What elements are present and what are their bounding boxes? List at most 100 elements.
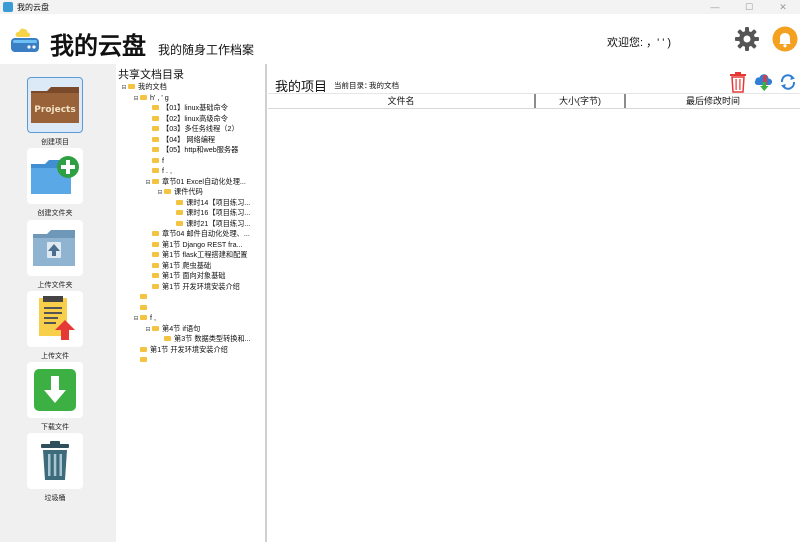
tree-node[interactable]: 【05】http和web服务器 [120, 145, 266, 156]
tree-node[interactable]: 【04】 网络编程 [120, 135, 266, 146]
tree-node-label: f [162, 155, 164, 165]
folder-icon [128, 84, 135, 89]
folder-icon [164, 189, 171, 194]
folder-icon [152, 262, 159, 268]
tree-toggle-icon[interactable]: ⊟ [132, 94, 140, 104]
tree-node-label: 第1节 flask工程搭建和配置 [162, 250, 248, 259]
tree-toggle-icon[interactable]: ⊟ [132, 314, 140, 324]
create-folder-button[interactable]: 创建文件夹 [27, 148, 83, 218]
current-dir: 我的文档 [369, 81, 399, 90]
column-header-size[interactable]: 大小(字节) [536, 94, 626, 108]
folder-icon [152, 325, 159, 331]
folder-icon [140, 294, 147, 299]
minimize-button[interactable]: — [698, 0, 732, 14]
cloud-drive-logo-icon [11, 28, 39, 52]
splitter[interactable] [265, 64, 267, 542]
tree-node[interactable]: 章节04 邮件自动化处理、... [120, 229, 266, 240]
tree-node[interactable]: 【03】多任务线程（2） [120, 124, 266, 135]
column-header-modified[interactable]: 最后修改时间 [626, 94, 800, 108]
tree-node[interactable]: 课时21【项目练习... [120, 219, 266, 230]
tree-node[interactable]: ⊟ 我的文档 [120, 82, 266, 93]
folder-icon [140, 346, 147, 352]
app-title: 我的云盘 [50, 33, 146, 60]
tree-node-label: 课时16【项目练习... [186, 208, 251, 217]
delete-icon[interactable] [728, 71, 748, 93]
tree-node-label: 【05】http和web服务器 [162, 145, 239, 154]
tree-node[interactable]: 第1节 面向对象基础 [120, 271, 266, 282]
tree-node-label: f , [150, 313, 156, 322]
upload-folder-button[interactable]: 上传文件夹 [27, 220, 83, 290]
tree-node[interactable]: ⊟ 课件代码 [120, 187, 266, 198]
folder-icon [152, 136, 159, 142]
tree-node[interactable]: ⊟ f , [120, 313, 266, 324]
app-icon [3, 2, 13, 12]
tree-node[interactable]: 第1节 开发环境安装介绍 [120, 345, 266, 356]
bell-icon[interactable] [772, 26, 798, 52]
tree-node[interactable] [120, 355, 266, 366]
folder-icon [152, 157, 159, 163]
tree-node-label: 课时21【项目练习... [186, 218, 251, 228]
tree-node-label: 我的文档 [138, 82, 167, 91]
folder-icon [176, 210, 183, 215]
main-panel: 我的项目 当前目录： 我的文档 文件名 大小(字节) 最后修改时间 [268, 64, 800, 542]
tree-node[interactable]: ⊟ 第4节 if语句 [120, 324, 266, 335]
folder-icon [152, 168, 159, 173]
tree-node[interactable]: 第1节 flask工程搭建和配置 [120, 250, 266, 261]
tree-title: 共享文档目录 [118, 69, 184, 81]
sidebar-label: 上传文件 [41, 353, 69, 360]
tree-node-label: 章节04 邮件自动化处理、... [162, 229, 250, 238]
refresh-icon[interactable] [778, 71, 798, 93]
cloud-download-icon[interactable] [753, 71, 773, 93]
tree-node[interactable]: 第1节 爬虫基础 [120, 261, 266, 272]
tree-node[interactable]: 【01】linux基础命令 [120, 103, 266, 114]
sidebar-label: 创建项目 [41, 139, 69, 146]
close-button[interactable]: ✕ [766, 0, 800, 14]
tree-node-label: 第1节 爬虫基础 [162, 260, 212, 270]
download-file-button[interactable]: 下载文件 [27, 362, 83, 432]
tree-node[interactable]: 第3节 数据类型转换和... [120, 334, 266, 345]
upload-folder-icon [33, 230, 75, 266]
create-project-button[interactable]: Projects 创建项目 [27, 77, 83, 147]
trash-icon [41, 441, 69, 480]
folder-icon [152, 231, 159, 236]
tree-node[interactable]: 第1节 Django REST fra... [120, 240, 266, 251]
folder-icon [152, 147, 159, 152]
tree-node-label: 课件代码 [174, 187, 203, 196]
tree-node-label: 章节01 Excel自动化处理... [162, 176, 246, 186]
tree-node-label: 第1节 面向对象基础 [162, 271, 226, 280]
tree-node[interactable]: 课时14【项目练习... [120, 198, 266, 209]
svg-text:Projects: Projects [34, 105, 75, 115]
upload-file-icon [39, 296, 75, 340]
upload-file-button[interactable]: 上传文件 [27, 291, 83, 361]
tree-node[interactable]: ⊟ 章节01 Excel自动化处理... [120, 177, 266, 188]
tree-node-label: f . , [162, 166, 172, 175]
tree-node[interactable]: 第1节 开发环境安装介绍 [120, 282, 266, 293]
sidebar-label: 上传文件夹 [37, 282, 73, 289]
tree-node-label: 第3节 数据类型转换和... [174, 334, 251, 343]
tree-node[interactable]: ⊟ h' , ' g [120, 93, 266, 104]
tree-node[interactable]: 课时16【项目练习... [120, 208, 266, 219]
download-icon [34, 369, 76, 411]
window-title: 我的云盘 [17, 2, 49, 12]
tree-toggle-icon[interactable]: ⊟ [156, 188, 164, 198]
tree-node[interactable]: f [120, 156, 266, 167]
trash-button[interactable]: 垃圾桶 [27, 433, 83, 503]
gear-icon[interactable] [734, 26, 760, 52]
column-header-name[interactable]: 文件名 [268, 94, 536, 108]
tree-node-label: 【02】linux高级命令 [162, 113, 228, 123]
tree-toggle-icon[interactable]: ⊟ [144, 178, 152, 188]
folder-icon [140, 315, 147, 320]
tree-node-label: 课时14【项目练习... [186, 197, 251, 207]
tree-node[interactable]: f . , [120, 166, 266, 177]
folder-icon [152, 252, 159, 257]
file-table-header: 文件名 大小(字节) 最后修改时间 [268, 93, 800, 109]
shared-tree[interactable]: ⊟ 我的文档 ⊟ h' , ' g 【01】linux基础命令 【02】linux高级命令… [120, 82, 266, 366]
tree-node[interactable]: 【02】linux高级命令 [120, 114, 266, 125]
tree-toggle-icon[interactable]: ⊟ [120, 83, 128, 93]
tree-node-label: 【04】 网络编程 [162, 134, 216, 144]
maximize-button[interactable]: ☐ [732, 0, 766, 14]
tree-node[interactable] [120, 292, 266, 303]
tree-node-label: 【01】linux基础命令 [162, 103, 228, 112]
tree-node[interactable] [120, 303, 266, 314]
tree-toggle-icon[interactable]: ⊟ [144, 325, 152, 335]
